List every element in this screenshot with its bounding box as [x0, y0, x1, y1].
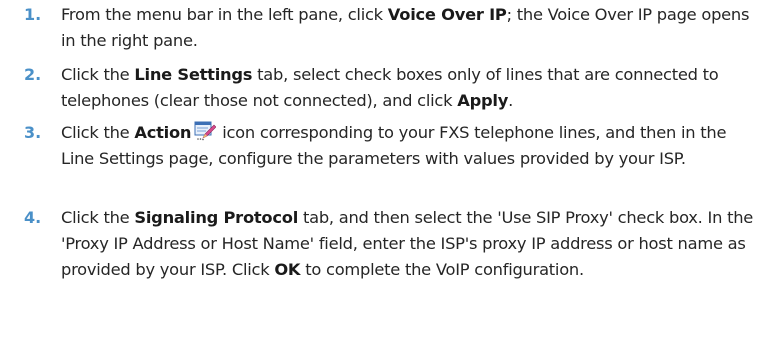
ui-term-action: Action — [134, 123, 192, 142]
ui-term-voice-over-ip: Voice Over IP — [387, 5, 507, 24]
step-text: Click the Action icon corresponding to y… — [61, 120, 756, 172]
step-number: 4. — [24, 208, 42, 227]
step-text: Click the Line Settings tab, select chec… — [61, 62, 756, 114]
step-text-part: . — [508, 91, 514, 110]
step-text: Click the Signaling Protocol tab, and th… — [61, 205, 756, 283]
step-number: 1. — [24, 5, 42, 24]
step-text-part: Click the — [61, 208, 135, 227]
step-text-part: From the menu bar in the left pane, clic… — [61, 5, 388, 24]
step-text-part: Click the — [61, 65, 135, 84]
action-edit-icon — [194, 121, 217, 141]
ui-term-signaling-protocol: Signaling Protocol — [134, 208, 299, 227]
ui-term-apply: Apply — [457, 91, 509, 110]
step-number: 3. — [24, 123, 42, 142]
step-text: From the menu bar in the left pane, clic… — [61, 2, 756, 54]
procedure-steps: 1. From the menu bar in the left pane, c… — [0, 0, 761, 339]
ui-term-line-settings: Line Settings — [134, 65, 253, 84]
step-text-part: to complete the VoIP configuration. — [300, 260, 584, 279]
ui-term-ok: OK — [274, 260, 301, 279]
step-number: 2. — [24, 65, 42, 84]
step-text-part: Click the — [61, 123, 135, 142]
